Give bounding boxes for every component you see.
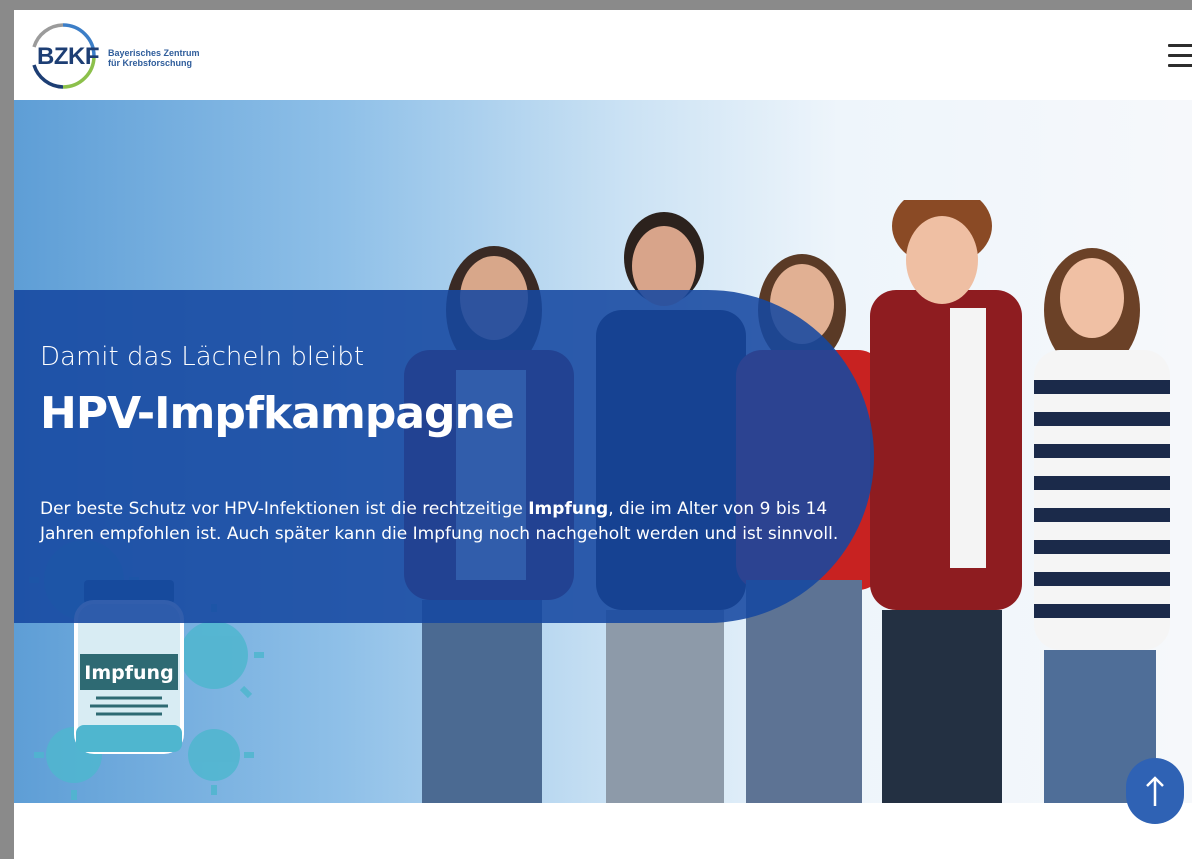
logo-subtitle-line1: Bayerisches Zentrum	[108, 48, 200, 58]
logo-abbreviation: BZKF	[37, 43, 99, 70]
hero-description-bold: Impfung	[528, 499, 609, 519]
hero-headline: HPV-Impfkampagne	[40, 388, 515, 439]
bzkf-logo[interactable]: BZKF Bayerisches Zentrum für Krebsforsch…	[28, 20, 228, 92]
hero-description-part1: Der beste Schutz vor HPV-Infektionen ist…	[40, 499, 529, 519]
hero-text-overlay	[14, 290, 874, 623]
page-content-start	[14, 803, 1192, 859]
vial-label: Impfung	[84, 662, 174, 684]
hamburger-menu-icon[interactable]	[1164, 36, 1192, 76]
scroll-to-top-button[interactable]	[1126, 758, 1184, 824]
site-header: BZKF Bayerisches Zentrum für Krebsforsch…	[14, 10, 1192, 100]
browser-page: BZKF Bayerisches Zentrum für Krebsforsch…	[14, 10, 1192, 859]
hero-tagline: Damit das Lächeln bleibt	[40, 342, 365, 372]
logo-subtitle-line2: für Krebsforschung	[108, 58, 193, 68]
arrow-up-icon	[1146, 776, 1164, 806]
logo-subtitle: Bayerisches Zentrum für Krebsforschung	[108, 48, 200, 68]
logo-ring-icon: BZKF	[28, 21, 99, 91]
hero-description: Der beste Schutz vor HPV-Infektionen ist…	[40, 497, 840, 547]
hero-banner: Impfung Damit das Lächeln bleibt HPV-Imp…	[14, 100, 1192, 803]
